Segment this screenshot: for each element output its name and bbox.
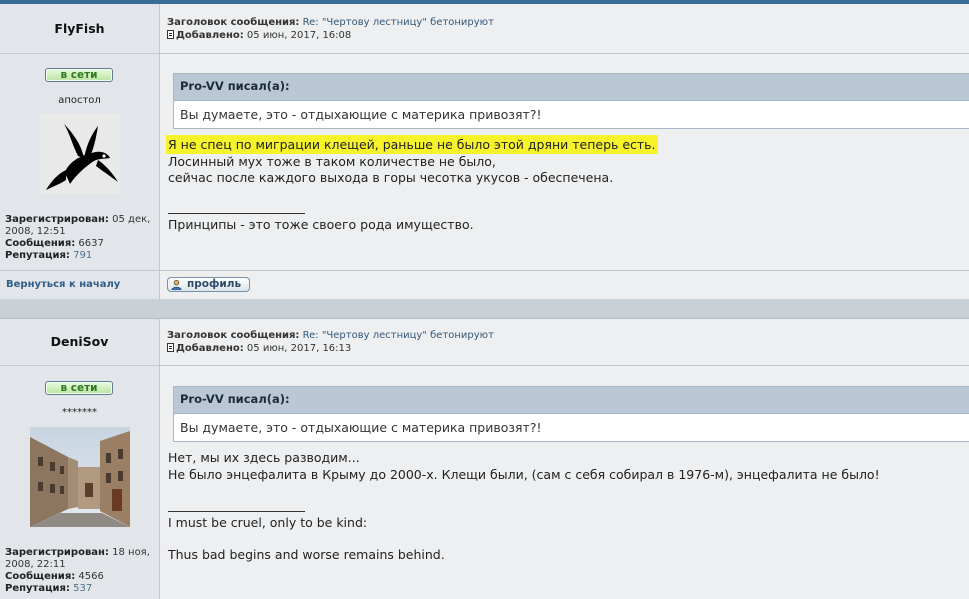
body-line: Лосинный мух тоже в таком количестве не …	[168, 153, 496, 169]
bat-winged-fish-avatar-icon	[40, 114, 120, 194]
post2-meta: Заголовок сообщения: Re: "Чертову лестни…	[167, 329, 494, 355]
signature-divider	[168, 213, 305, 214]
quote-author: Pro-VV писал(а):	[174, 74, 969, 101]
post2-signature-line-1: I must be cruel, only to be kind:	[168, 515, 368, 530]
post2-rank: *******	[62, 407, 97, 418]
quote-text: Вы думаете, это - отдыхающие с материка …	[180, 420, 542, 435]
profile-label: профиль	[187, 278, 242, 290]
post-icon[interactable]	[167, 343, 174, 352]
post1-quote: Pro-VV писал(а): Вы думаете, это - отдых…	[173, 73, 969, 129]
post1-meta: Заголовок сообщения: Re: "Чертову лестни…	[167, 16, 494, 42]
post1-footer-right	[160, 270, 969, 299]
post2-registered-time: 2008, 22:11	[5, 559, 66, 570]
added-label: Добавлено:	[176, 30, 244, 41]
signature-divider	[168, 511, 305, 512]
back-to-top-link[interactable]: Вернуться к началу	[6, 279, 120, 290]
post1-stats: Зарегистрирован: 05 дек, 2008, 12:51 Соо…	[5, 214, 155, 262]
post1-rank: апостол	[58, 95, 101, 106]
quote-author: Pro-VV писал(а):	[174, 387, 969, 414]
messages-label: Сообщения:	[5, 571, 76, 582]
post2-stats: Зарегистрирован: 18 ноя, 2008, 22:11 Соо…	[5, 547, 155, 595]
post1-signature: Принципы - это тоже своего рода имуществ…	[168, 217, 474, 232]
registered-label: Зарегистрирован:	[5, 214, 109, 225]
messages-label: Сообщения:	[5, 238, 76, 249]
post1-registered: 05 дек,	[112, 214, 151, 225]
post2-quote: Pro-VV писал(а): Вы думаете, это - отдых…	[173, 386, 969, 442]
subject-label: Заголовок сообщения:	[167, 17, 300, 28]
post1-username[interactable]: FlyFish	[0, 21, 159, 36]
added-label: Добавлено:	[176, 343, 244, 354]
post1-reputation: 791	[73, 250, 93, 261]
reputation-label: Репутация:	[5, 583, 70, 594]
post1-messages: 6637	[78, 238, 104, 249]
online-status-button[interactable]: в сети	[45, 68, 113, 82]
reputation-label: Репутация:	[5, 250, 70, 261]
post2-subject[interactable]: Re: "Чертову лестницу" бетонируют	[303, 330, 494, 341]
post2-body: Нет, мы их здесь разводим... Не было энц…	[168, 450, 880, 483]
post1-date: 05 июн, 2017, 16:08	[246, 30, 352, 41]
post1-registered-time: 2008, 12:51	[5, 226, 66, 237]
post-separator	[0, 299, 969, 318]
post1-subject[interactable]: Re: "Чертову лестницу" бетонируют	[303, 17, 494, 28]
body-line: Нет, мы их здесь разводим...	[168, 450, 360, 465]
body-line: Не было энцефалита в Крыму до 2000-х. Кл…	[168, 466, 880, 482]
post1-body: Я не спец по миграции клещей, раньше не …	[168, 137, 656, 187]
registered-label: Зарегистрирован:	[5, 547, 109, 558]
post-icon[interactable]	[167, 30, 174, 39]
highlighted-line: Я не спец по миграции клещей, раньше не …	[168, 137, 656, 152]
post2-reputation: 537	[73, 583, 93, 594]
body-line: сейчас после каждого выхода в горы чесот…	[168, 170, 614, 185]
profile-icon	[171, 279, 182, 290]
building-courtyard-photo-avatar-icon	[30, 427, 130, 527]
online-status-button[interactable]: в сети	[45, 381, 113, 395]
post2-signature-line-2: Thus bad begins and worse remains behind…	[168, 547, 445, 562]
quote-text: Вы думаете, это - отдыхающие с материка …	[180, 107, 542, 122]
subject-label: Заголовок сообщения:	[167, 330, 300, 341]
post2-messages: 4566	[78, 571, 104, 582]
post2-date: 05 июн, 2017, 16:13	[246, 343, 352, 354]
post2-username[interactable]: DeniSov	[0, 334, 159, 349]
profile-button[interactable]: профиль	[167, 277, 250, 292]
post2-registered: 18 ноя,	[112, 547, 150, 558]
